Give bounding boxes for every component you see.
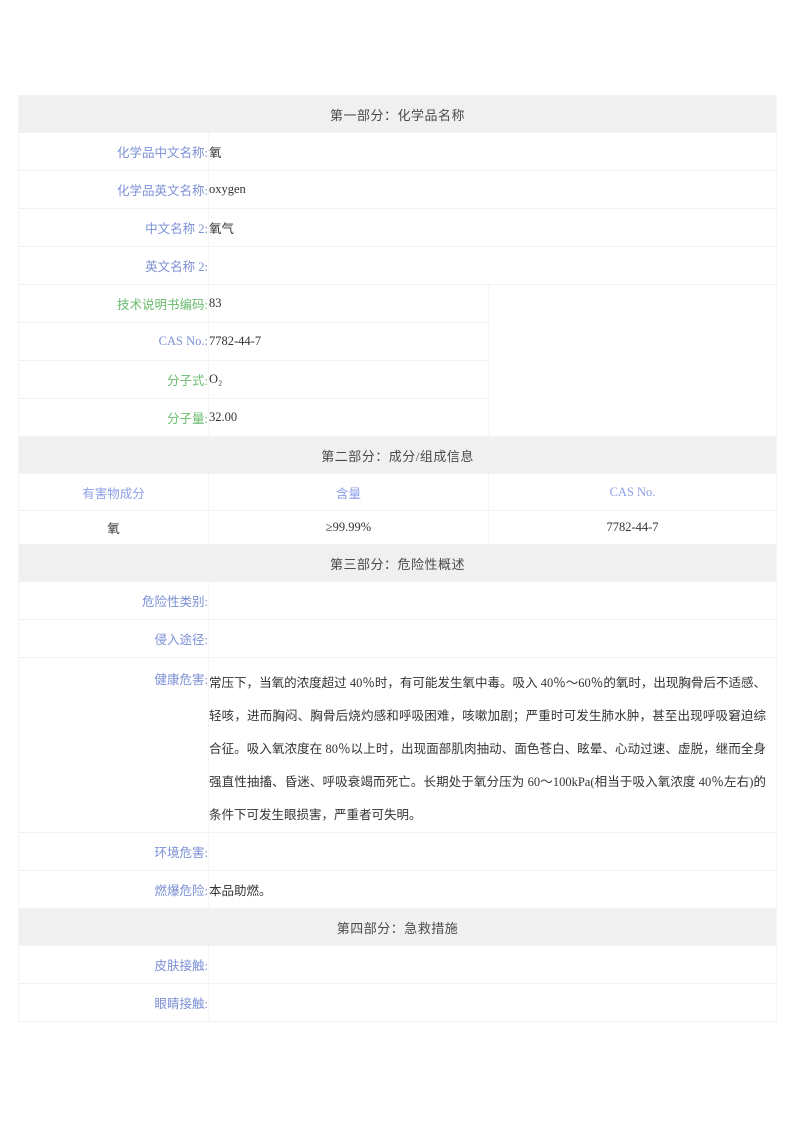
table-row: 化学品英文名称: oxygen <box>18 170 778 209</box>
row-label-fire-explosion-hazard: 燃爆危险: <box>18 870 209 909</box>
composition-cell-substance: 氧 <box>18 510 209 545</box>
section-2-title: 第二部分：成分/组成信息 <box>17 436 778 474</box>
row-value-english-name-2 <box>207 246 778 285</box>
row-value-eye-contact <box>207 983 778 1022</box>
row-label-chinese-name: 化学品中文名称: <box>18 132 209 171</box>
row-value-hazard-category <box>207 581 778 620</box>
table-row: 危险性类别: <box>18 581 778 620</box>
row-value-english-name: oxygen <box>207 170 778 209</box>
row-value-cas-no: 7782-44-7 <box>208 322 489 361</box>
table-row: 技术说明书编码: 83 <box>18 284 778 437</box>
composition-cell-content: ≥99.99% <box>208 510 489 545</box>
composition-col-header-cas: CAS No. <box>487 473 778 511</box>
table-row: 侵入途径: <box>18 619 778 658</box>
row-label-molecular-formula: 分子式: <box>18 360 209 399</box>
row-value-fire-explosion-hazard: 本品助燃。 <box>207 870 778 909</box>
section-header-row: 第二部分：成分/组成信息 <box>17 436 778 474</box>
table-row: 英文名称 2: <box>18 246 778 285</box>
row-label-skin-contact: 皮肤接触: <box>18 945 209 984</box>
row-label-tech-code: 技术说明书编码: <box>18 284 209 323</box>
msds-table: 第一部分：化学品名称 化学品中文名称: 氧 化学品英文名称: oxygen 中文… <box>17 95 778 1022</box>
section-1-empty-merged-cell <box>487 284 778 437</box>
table-row: 燃爆危险: 本品助燃。 <box>18 870 778 909</box>
document-page: 第一部分：化学品名称 化学品中文名称: 氧 化学品英文名称: oxygen 中文… <box>0 0 793 1122</box>
row-value-chinese-name: 氧 <box>207 132 778 171</box>
table-row: 氧 ≥99.99% 7782-44-7 <box>18 510 778 545</box>
table-row: 健康危害: 常压下，当氧的浓度超过 40％时，有可能发生氧中毒。吸入 40％～6… <box>18 657 778 833</box>
row-value-tech-code: 83 <box>208 284 489 323</box>
table-row: 化学品中文名称: 氧 <box>18 132 778 171</box>
section-header-row: 第一部分：化学品名称 <box>17 95 778 133</box>
row-label-english-name: 化学品英文名称: <box>18 170 209 209</box>
table-row: 眼睛接触: <box>18 983 778 1022</box>
row-label-chinese-name-2: 中文名称 2: <box>18 208 209 247</box>
section-4-title: 第四部分：急救措施 <box>17 908 778 946</box>
table-row: 中文名称 2: 氧气 <box>18 208 778 247</box>
section-header-row: 第四部分：急救措施 <box>17 908 778 946</box>
row-label-health-hazard: 健康危害: <box>18 657 209 833</box>
table-row: 皮肤接触: <box>18 945 778 984</box>
section-1-title: 第一部分：化学品名称 <box>17 95 778 133</box>
row-label-eye-contact: 眼睛接触: <box>18 983 209 1022</box>
row-value-molecular-weight: 32.00 <box>208 398 489 437</box>
row-value-health-hazard: 常压下，当氧的浓度超过 40％时，有可能发生氧中毒。吸入 40％～60％的氧时，… <box>207 657 778 833</box>
composition-cell-cas: 7782-44-7 <box>487 510 778 545</box>
section-header-row: 第三部分：危险性概述 <box>17 544 778 582</box>
composition-col-header-substance: 有害物成分 <box>18 473 209 511</box>
composition-header-row: 有害物成分 含量 CAS No. <box>18 473 778 511</box>
composition-col-header-content: 含量 <box>208 473 489 511</box>
row-value-route-of-entry <box>207 619 778 658</box>
row-value-chinese-name-2: 氧气 <box>207 208 778 247</box>
row-value-skin-contact <box>207 945 778 984</box>
row-value-environmental-hazard <box>207 832 778 871</box>
row-label-molecular-weight: 分子量: <box>18 398 209 437</box>
row-label-english-name-2: 英文名称 2: <box>18 246 209 285</box>
section-3-title: 第三部分：危险性概述 <box>17 544 778 582</box>
row-value-molecular-formula: O₂ <box>208 360 489 399</box>
row-label-cas-no: CAS No.: <box>18 322 209 361</box>
row-label-environmental-hazard: 环境危害: <box>18 832 209 871</box>
row-label-hazard-category: 危险性类别: <box>18 581 209 620</box>
row-label-route-of-entry: 侵入途径: <box>18 619 209 658</box>
table-row: 环境危害: <box>18 832 778 871</box>
